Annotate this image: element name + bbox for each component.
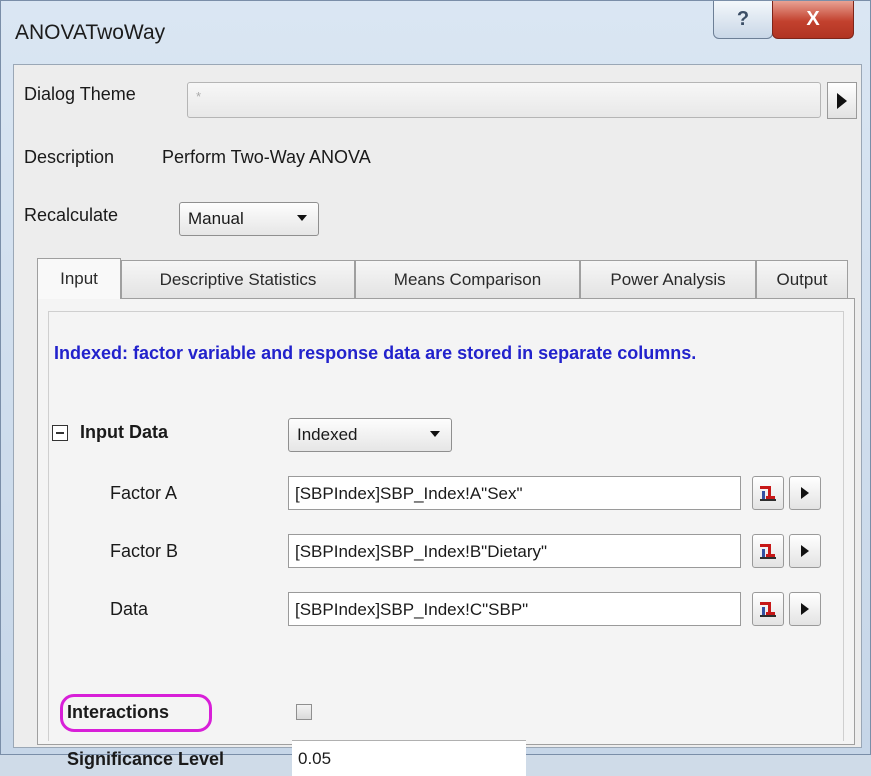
chevron-down-icon xyxy=(297,215,307,221)
tab-power-analysis-label: Power Analysis xyxy=(610,269,726,289)
triangle-right-icon xyxy=(801,603,809,615)
tab-output[interactable]: Output xyxy=(756,260,848,298)
data-field[interactable]: [SBPIndex]SBP_Index!C"SBP" xyxy=(288,592,741,626)
factor-b-field[interactable]: [SBPIndex]SBP_Index!B"Dietary" xyxy=(288,534,741,568)
tab-descriptive-statistics[interactable]: Descriptive Statistics xyxy=(121,260,355,298)
data-menu-button[interactable] xyxy=(789,592,821,626)
significance-level-value: 0.05 xyxy=(298,749,332,768)
triangle-right-icon xyxy=(801,545,809,557)
select-range-icon xyxy=(760,599,776,619)
close-button[interactable]: X xyxy=(772,1,854,39)
factor-b-select-range-button[interactable] xyxy=(752,534,784,568)
factor-a-label: Factor A xyxy=(110,483,178,503)
input-tab-panel: Indexed: factor variable and response da… xyxy=(37,298,855,776)
help-button[interactable]: ? xyxy=(713,1,773,39)
tab-output-label: Output xyxy=(776,269,828,289)
chevron-down-icon xyxy=(430,431,440,437)
factor-b-value: [SBPIndex]SBP_Index!B"Dietary" xyxy=(295,542,548,561)
recalculate-label: Recalculate xyxy=(24,205,119,225)
factor-a-field[interactable]: [SBPIndex]SBP_Index!A"Sex" xyxy=(288,476,741,510)
input-data-select[interactable]: Indexed xyxy=(288,418,452,452)
input-data-label: Input Data xyxy=(80,422,168,442)
tab-descriptive-statistics-label: Descriptive Statistics xyxy=(159,269,317,289)
tab-means-comparison[interactable]: Means Comparison xyxy=(355,260,580,298)
interactions-label: Interactions xyxy=(67,702,170,722)
dialog-body: Dialog Theme * Description Perform Two-W… xyxy=(13,64,862,776)
factor-b-menu-button[interactable] xyxy=(789,534,821,568)
input-data-value: Indexed xyxy=(297,425,358,444)
window-title: ANOVATwoWay xyxy=(15,21,166,44)
select-range-icon xyxy=(760,483,776,503)
collapse-toggle-icon[interactable] xyxy=(52,425,68,441)
dialog-theme-label: Dialog Theme xyxy=(24,84,136,104)
data-value: [SBPIndex]SBP_Index!C"SBP" xyxy=(295,600,529,619)
input-mode-description: Indexed: factor variable and response da… xyxy=(54,343,697,363)
close-icon: X xyxy=(806,8,820,30)
factor-b-label: Factor B xyxy=(110,541,179,561)
recalculate-value: Manual xyxy=(188,209,244,228)
data-select-range-button[interactable] xyxy=(752,592,784,626)
tab-input-label: Input xyxy=(60,269,98,288)
recalculate-select[interactable]: Manual xyxy=(179,202,319,236)
factor-a-value: [SBPIndex]SBP_Index!A"Sex" xyxy=(295,484,523,503)
select-range-icon xyxy=(760,541,776,561)
significance-level-label: Significance Level xyxy=(67,749,225,769)
dialog-theme-menu-button[interactable] xyxy=(827,82,857,119)
significance-level-input[interactable]: 0.05 xyxy=(292,740,526,776)
description-label: Description xyxy=(24,147,115,167)
interactions-checkbox[interactable] xyxy=(296,704,312,720)
tab-power-analysis[interactable]: Power Analysis xyxy=(580,260,756,298)
tab-input[interactable]: Input xyxy=(37,258,121,299)
tab-means-comparison-label: Means Comparison xyxy=(393,269,542,289)
triangle-right-icon xyxy=(801,487,809,499)
dialog-theme-value: * xyxy=(196,89,202,104)
dialog-theme-field[interactable]: * xyxy=(187,82,821,118)
anova-two-way-dialog: ANOVATwoWay ? X Dialog Theme * Descripti… xyxy=(0,0,871,776)
triangle-right-icon xyxy=(837,92,847,109)
data-label: Data xyxy=(110,599,149,619)
input-tab-frame xyxy=(48,311,844,741)
factor-a-select-range-button[interactable] xyxy=(752,476,784,510)
factor-a-menu-button[interactable] xyxy=(789,476,821,510)
help-icon: ? xyxy=(736,8,750,30)
description-value: Perform Two-Way ANOVA xyxy=(162,147,371,167)
